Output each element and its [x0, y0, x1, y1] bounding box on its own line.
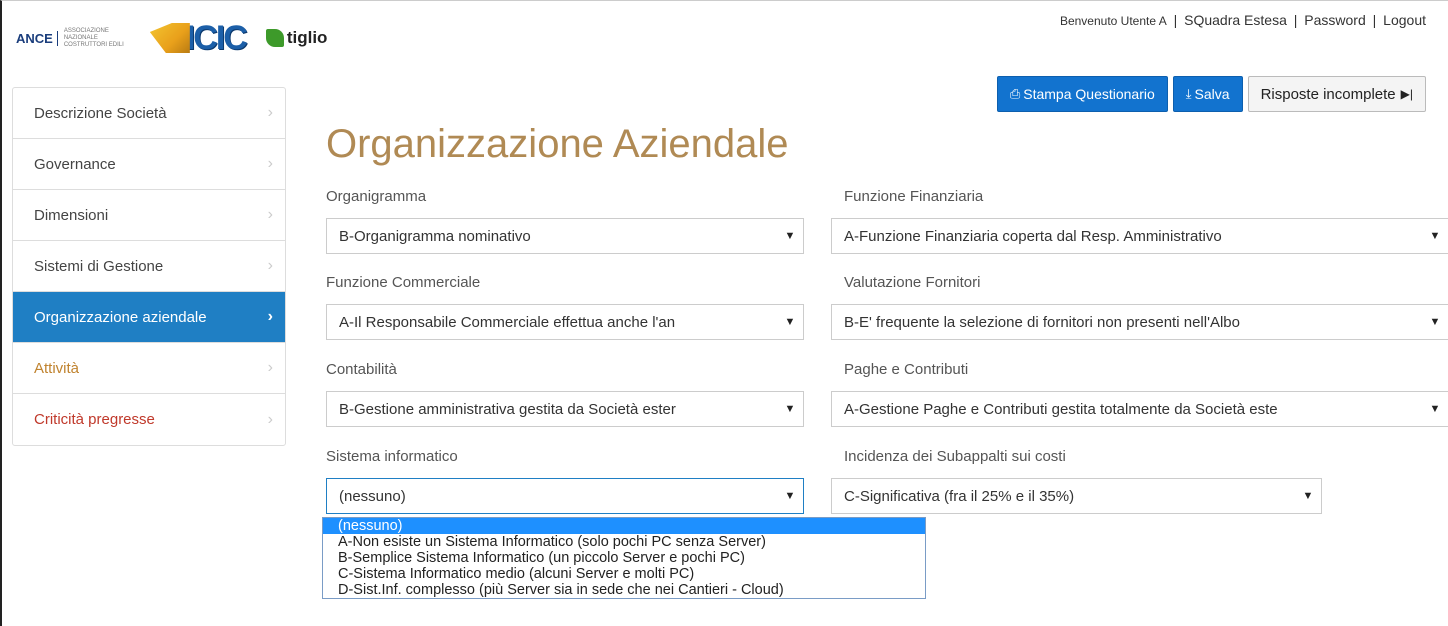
incomplete-button-label: Risposte incomplete	[1260, 85, 1396, 103]
sidebar-item-descrizione-societa[interactable]: Descrizione Società ›	[13, 88, 285, 139]
print-icon: ⎙	[1009, 86, 1021, 101]
sidebar-item-label: Organizzazione aziendale	[34, 308, 207, 326]
sidebar-item-dimensioni[interactable]: Dimensioni ›	[13, 190, 285, 241]
dropdown-arrow-icon: ▼	[1422, 403, 1448, 415]
chevron-right-icon: ›	[267, 104, 273, 121]
dropdown-option-d[interactable]: D-Sist.Inf. complesso (più Server sia in…	[323, 582, 925, 598]
dropdown-option-nessuno[interactable]: (nessuno)	[323, 518, 925, 534]
valutazione-fornitori-label: Valutazione Fornitori	[844, 274, 981, 291]
sidebar-item-label: Sistemi di Gestione	[34, 257, 164, 275]
select-value: A-Funzione Finanziaria coperta dal Resp.…	[844, 227, 1222, 245]
toolbar: ⎙ Stampa Questionario ⤓ Salva Risposte i…	[996, 76, 1426, 112]
dropdown-arrow-icon: ▼	[777, 230, 803, 242]
tiglio-logo-text: tiglio	[286, 28, 328, 47]
dropdown-arrow-icon: ▼	[1295, 490, 1321, 502]
squadra-link[interactable]: SQuadra Estesa	[1184, 12, 1287, 28]
sidebar-item-label: Dimensioni	[34, 206, 109, 224]
ance-logo-subtitle: ASSOCIAZIONE NAZIONALE COSTRUTTORI EDILI	[63, 27, 124, 48]
incidenza-subappalti-label: Incidenza dei Subappalti sui costi	[844, 448, 1066, 465]
organigramma-label: Organigramma	[326, 188, 427, 205]
funzione-finanziaria-label: Funzione Finanziaria	[844, 188, 984, 205]
sistema-informatico-select[interactable]: (nessuno) ▼	[326, 478, 804, 514]
save-button-label: Salva	[1194, 86, 1230, 102]
contabilita-label: Contabilità	[326, 361, 397, 378]
paghe-contributi-label: Paghe e Contributi	[844, 361, 969, 378]
icic-logo: ICIC	[149, 18, 248, 58]
incomplete-answers-button[interactable]: Risposte incomplete ▶|	[1247, 76, 1426, 112]
dropdown-option-c[interactable]: C-Sistema Informatico medio (alcuni Serv…	[323, 566, 925, 582]
chevron-right-icon: ›	[267, 308, 273, 325]
dropdown-option-b[interactable]: B-Semplice Sistema Informatico (un picco…	[323, 550, 925, 566]
icic-logo-text: ICIC	[185, 18, 248, 57]
user-bar: Benvenuto Utente A | SQuadra Estesa | Pa…	[1060, 12, 1426, 28]
password-link[interactable]: Password	[1304, 12, 1365, 28]
welcome-text: Benvenuto Utente A	[1059, 14, 1167, 28]
save-button[interactable]: ⤓ Salva	[1172, 76, 1243, 112]
select-value: C-Significativa (fra il 25% e il 35%)	[844, 487, 1075, 505]
chevron-right-icon: ›	[267, 257, 273, 274]
funzione-commerciale-select[interactable]: A-Il Responsabile Commerciale effettua a…	[326, 304, 804, 340]
sidebar: Descrizione Società › Governance › Dimen…	[12, 87, 286, 446]
chevron-right-icon: ›	[267, 206, 273, 223]
separator: |	[1173, 12, 1178, 28]
paghe-contributi-select[interactable]: A-Gestione Paghe e Contributi gestita to…	[831, 391, 1448, 427]
separator: |	[1372, 12, 1377, 28]
tiglio-logo: tiglio	[265, 28, 328, 48]
sidebar-item-criticita-pregresse[interactable]: Criticità pregresse ›	[13, 394, 285, 445]
sistema-informatico-options: (nessuno) A-Non esiste un Sistema Inform…	[322, 517, 926, 599]
tiglio-leaf-icon	[265, 29, 284, 47]
logo-row: ANCE ASSOCIAZIONE NAZIONALE COSTRUTTORI …	[16, 18, 328, 58]
sidebar-item-sistemi-di-gestione[interactable]: Sistemi di Gestione ›	[13, 241, 285, 292]
contabilita-select[interactable]: B-Gestione amministrativa gestita da Soc…	[326, 391, 804, 427]
download-icon: ⤓	[1185, 86, 1192, 101]
sidebar-item-label: Governance	[34, 155, 116, 173]
step-forward-icon: ▶|	[1400, 87, 1413, 101]
sidebar-item-organizzazione-aziendale[interactable]: Organizzazione aziendale ›	[13, 292, 285, 343]
sidebar-item-attivita[interactable]: Attività ›	[13, 343, 285, 394]
select-value: B-Organigramma nominativo	[339, 227, 531, 245]
ance-logo: ANCE	[16, 30, 58, 46]
chevron-right-icon: ›	[267, 359, 273, 376]
icic-logo-mark	[149, 23, 190, 53]
sistema-informatico-label: Sistema informatico	[326, 448, 458, 465]
page-title: Organizzazione Aziendale	[326, 122, 789, 166]
select-value: B-Gestione amministrativa gestita da Soc…	[339, 400, 676, 418]
select-value: A-Gestione Paghe e Contributi gestita to…	[844, 400, 1278, 418]
print-button-label: Stampa Questionario	[1023, 86, 1155, 102]
incidenza-subappalti-select[interactable]: C-Significativa (fra il 25% e il 35%) ▼	[831, 478, 1322, 514]
dropdown-option-a[interactable]: A-Non esiste un Sistema Informatico (sol…	[323, 534, 925, 550]
chevron-right-icon: ›	[267, 410, 273, 428]
chevron-right-icon: ›	[267, 155, 273, 172]
print-questionnaire-button[interactable]: ⎙ Stampa Questionario	[996, 76, 1168, 112]
select-value: (nessuno)	[339, 487, 406, 505]
select-value: A-Il Responsabile Commerciale effettua a…	[339, 313, 676, 331]
dropdown-arrow-icon: ▼	[777, 316, 803, 328]
sidebar-item-governance[interactable]: Governance ›	[13, 139, 285, 190]
dropdown-arrow-icon: ▼	[777, 490, 803, 502]
valutazione-fornitori-select[interactable]: B-E' frequente la selezione di fornitori…	[831, 304, 1448, 340]
dropdown-arrow-icon: ▼	[777, 403, 803, 415]
funzione-commerciale-label: Funzione Commerciale	[326, 274, 481, 291]
select-value: B-E' frequente la selezione di fornitori…	[844, 313, 1240, 331]
organigramma-select[interactable]: B-Organigramma nominativo ▼	[326, 218, 804, 254]
sidebar-item-label: Criticità pregresse	[34, 411, 155, 428]
dropdown-arrow-icon: ▼	[1422, 230, 1448, 242]
funzione-finanziaria-select[interactable]: A-Funzione Finanziaria coperta dal Resp.…	[831, 218, 1448, 254]
separator: |	[1293, 12, 1298, 28]
logout-link[interactable]: Logout	[1383, 12, 1426, 28]
sidebar-item-label: Descrizione Società	[34, 104, 167, 122]
dropdown-arrow-icon: ▼	[1422, 316, 1448, 328]
sidebar-item-label: Attività	[34, 359, 80, 377]
